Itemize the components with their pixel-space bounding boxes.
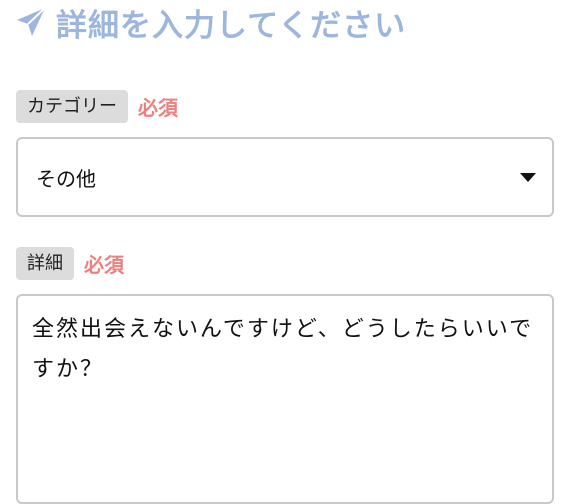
category-label: カテゴリー bbox=[16, 90, 128, 123]
page-title: 詳細を入力してください bbox=[56, 7, 407, 44]
category-selected-value: その他 bbox=[36, 166, 96, 191]
category-label-row: カテゴリー 必須 bbox=[16, 90, 178, 123]
paper-plane-icon bbox=[14, 5, 48, 39]
category-required-badge: 必須 bbox=[138, 96, 178, 120]
details-text: 全然出会えないんですけど、どうしたらいいですか？ bbox=[32, 317, 534, 382]
category-select[interactable]: その他 bbox=[16, 137, 554, 217]
form-header: 詳細を入力してください bbox=[14, 2, 407, 44]
details-label-row: 詳細 必須 bbox=[16, 247, 124, 280]
details-label: 詳細 bbox=[16, 247, 74, 280]
chevron-down-icon bbox=[520, 172, 536, 182]
details-required-badge: 必須 bbox=[84, 253, 124, 277]
details-textarea[interactable]: 全然出会えないんですけど、どうしたらいいですか？ bbox=[16, 294, 554, 504]
